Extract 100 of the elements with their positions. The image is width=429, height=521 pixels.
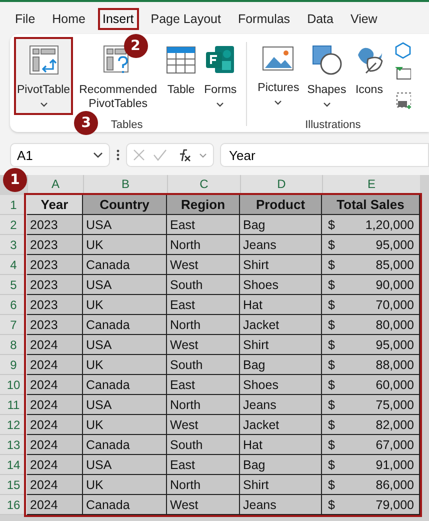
table-cell: 2024 — [27, 495, 83, 515]
table-cell: 2023 — [27, 215, 83, 235]
more-options-icon — [116, 149, 120, 161]
table-cell: 2024 — [27, 395, 83, 415]
table-cell: $ 82,000 — [322, 415, 420, 435]
table-cell: $ 95,000 — [322, 335, 420, 355]
table-cell: $ 91,000 — [322, 455, 420, 475]
row-header[interactable]: 9 — [0, 355, 27, 375]
table-cell: Hat — [240, 295, 322, 315]
column-header[interactable]: D — [240, 175, 322, 195]
ribbon-tab[interactable]: Insert — [98, 8, 139, 30]
formula-field[interactable]: Year — [220, 143, 429, 167]
table-cell: Jeans — [240, 235, 322, 255]
table-cell: $ 79,000 — [322, 495, 420, 515]
table-cell: Bag — [240, 215, 322, 235]
row-header[interactable]: 11 — [0, 395, 27, 415]
table-cell: West — [167, 255, 240, 275]
group-label: Illustrations — [305, 119, 361, 131]
table-cell: $ 80,000 — [322, 315, 420, 335]
table-cell: Shirt — [240, 475, 322, 495]
table-cell: Canada — [83, 255, 167, 275]
table-cell: USA — [83, 335, 167, 355]
table-cell: Total Sales — [322, 195, 420, 215]
ribbon-command-button[interactable]: PivotTable — [14, 37, 74, 115]
table-cell: Shoes — [240, 375, 322, 395]
row-header[interactable]: 8 — [0, 335, 27, 355]
table-cell: UK — [83, 235, 167, 255]
table-cell: North — [167, 395, 240, 415]
table-cell: Shoes — [240, 275, 322, 295]
table-cell: $ 86,000 — [322, 475, 420, 495]
table-cell: South — [167, 435, 240, 455]
column-header[interactable]: C — [167, 175, 240, 195]
table-cell: North — [167, 315, 240, 335]
ribbon-tab[interactable]: File — [10, 8, 40, 30]
table-cell: 2023 — [27, 255, 83, 275]
table-cell: East — [167, 215, 240, 235]
row-header[interactable]: 13 — [0, 435, 27, 455]
table-cell: Country — [83, 195, 167, 215]
ribbon-tab[interactable]: Data — [302, 8, 338, 30]
table-cell: South — [167, 275, 240, 295]
table-cell: West — [167, 495, 240, 515]
table-cell: Hat — [240, 435, 322, 455]
table-cell: 2024 — [27, 455, 83, 475]
table-cell: 2024 — [27, 475, 83, 495]
table-cell: 2024 — [27, 335, 83, 355]
row-header[interactable]: 1 — [0, 195, 27, 215]
table-grid-icon — [166, 45, 196, 75]
caret-icon — [199, 152, 207, 158]
table-cell: 2023 — [27, 275, 83, 295]
ribbon-tab[interactable]: Page Layout — [146, 8, 226, 30]
pivot-table-icon — [28, 45, 59, 75]
row-header[interactable]: 15 — [0, 475, 27, 495]
caret-icon — [274, 100, 282, 105]
row-header[interactable]: 2 — [0, 215, 27, 235]
table-cell: Bag — [240, 355, 322, 375]
ribbon-command-button[interactable]: Table — [163, 37, 200, 115]
picture-icon — [262, 45, 294, 73]
table-cell: 2024 — [27, 415, 83, 435]
column-header[interactable]: E — [322, 175, 420, 195]
ribbon-command-button[interactable]: Pictures — [254, 37, 302, 115]
table-cell: Region — [167, 195, 240, 215]
table-cell: East — [167, 455, 240, 475]
ribbon-command-button[interactable]: Icons — [351, 37, 388, 115]
column-header[interactable]: A — [27, 175, 83, 195]
table-cell: $ 60,000 — [322, 375, 420, 395]
row-header[interactable]: 16 — [0, 495, 27, 515]
row-header[interactable]: 5 — [0, 275, 27, 295]
ribbon-tab[interactable]: Home — [47, 8, 90, 30]
table-cell: 2024 — [27, 435, 83, 455]
table-cell: 2023 — [27, 295, 83, 315]
table-cell: Shirt — [240, 255, 322, 275]
row-header[interactable]: 6 — [0, 295, 27, 315]
table-cell: Jacket — [240, 415, 322, 435]
ribbon-tab[interactable]: Formulas — [232, 8, 296, 30]
table-cell: Canada — [83, 315, 167, 335]
table-cell: 2023 — [27, 235, 83, 255]
group-label: Tables — [110, 119, 143, 131]
row-header[interactable]: 4 — [0, 255, 27, 275]
row-header[interactable]: 10 — [0, 375, 27, 395]
column-header[interactable]: B — [83, 175, 167, 195]
row-header[interactable]: 3 — [0, 235, 27, 255]
table-cell: 2024 — [27, 375, 83, 395]
table-cell: USA — [83, 395, 167, 415]
table-cell: North — [167, 235, 240, 255]
name-box[interactable]: A1 — [10, 143, 110, 167]
table-cell: $ 85,000 — [322, 255, 420, 275]
table-cell: USA — [83, 455, 167, 475]
forms-app-icon — [205, 45, 236, 75]
table-cell: 2024 — [27, 355, 83, 375]
ribbon-command-button[interactable]: Forms — [201, 37, 240, 115]
row-header[interactable]: 12 — [0, 415, 27, 435]
ribbon-command-button[interactable]: Shapes — [304, 37, 350, 115]
table-cell: 2023 — [27, 315, 83, 335]
table-cell: $ 67,000 — [322, 435, 420, 455]
row-header[interactable]: 7 — [0, 315, 27, 335]
table-cell: $ 1,20,000 — [322, 215, 420, 235]
caret-icon — [40, 102, 48, 107]
row-header[interactable]: 14 — [0, 455, 27, 475]
table-cell: Year — [27, 195, 83, 215]
ribbon-tab[interactable]: View — [345, 8, 382, 30]
